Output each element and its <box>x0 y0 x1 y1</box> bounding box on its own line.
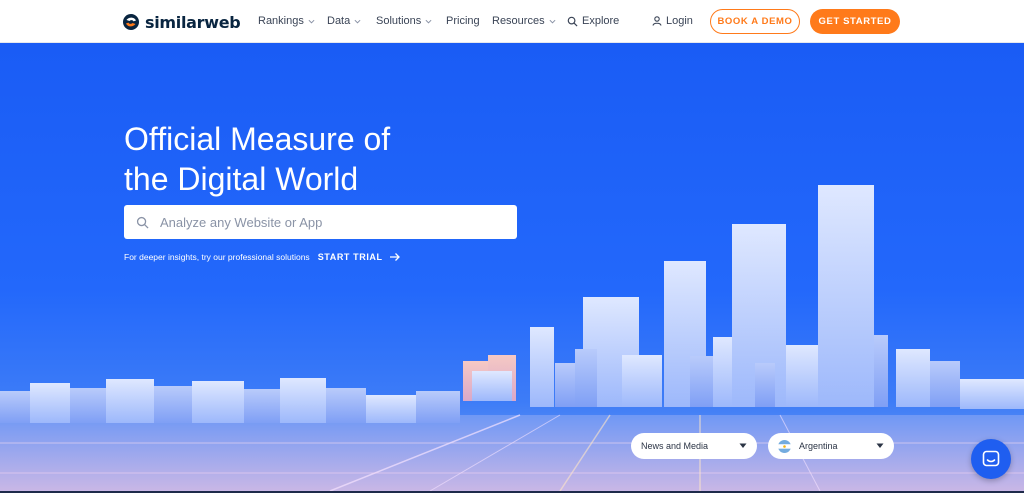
top-header: similarweb Rankings Data Solutions Prici… <box>0 0 1024 43</box>
category-select-value: News and Media <box>641 441 709 451</box>
search-icon <box>136 216 149 229</box>
chat-launcher-button[interactable] <box>971 439 1011 479</box>
hero-title-line2: the Digital World <box>124 161 359 197</box>
login-label: Login <box>666 15 693 27</box>
arrow-right-icon <box>389 253 400 261</box>
start-trial-label: START TRIAL <box>317 252 383 262</box>
hero-title: Official Measure of the Digital World <box>124 119 544 199</box>
search-icon <box>567 16 578 27</box>
nav-pricing-label: Pricing <box>446 15 480 27</box>
brand-name: similarweb <box>145 12 241 32</box>
nav-resources[interactable]: Resources <box>492 15 556 27</box>
get-started-button[interactable]: GET STARTED <box>810 9 900 34</box>
website-search-box[interactable] <box>124 205 517 239</box>
caret-down-icon <box>739 443 747 448</box>
chevron-down-icon <box>354 19 361 24</box>
country-select[interactable]: Argentina <box>768 433 894 459</box>
chevron-down-icon <box>549 19 556 24</box>
nav-resources-label: Resources <box>492 15 545 27</box>
country-select-value: Argentina <box>799 441 838 451</box>
hero-title-line1: Official Measure of <box>124 121 391 157</box>
similarweb-logo-icon <box>123 14 139 30</box>
hero-section: Official Measure of the Digital World Fo… <box>0 43 1024 491</box>
caret-down-icon <box>876 443 884 448</box>
insights-text: For deeper insights, try our professiona… <box>124 252 310 262</box>
nav-explore-label: Explore <box>582 15 620 27</box>
nav-pricing[interactable]: Pricing <box>446 15 480 27</box>
argentina-flag-icon <box>778 439 791 453</box>
brand-logo[interactable]: similarweb <box>123 11 241 33</box>
chevron-down-icon <box>425 19 432 24</box>
nav-data-label: Data <box>327 15 351 27</box>
start-trial-link[interactable]: START TRIAL <box>318 252 401 262</box>
insights-row: For deeper insights, try our professiona… <box>124 252 401 262</box>
login-link[interactable]: Login <box>652 15 693 27</box>
city-skyline-illustration <box>0 185 1024 491</box>
nav-solutions-label: Solutions <box>376 15 422 27</box>
chevron-down-icon <box>308 19 315 24</box>
category-select[interactable]: News and Media <box>631 433 757 459</box>
nav-rankings-label: Rankings <box>258 15 304 27</box>
nav-explore[interactable]: Explore <box>567 15 619 27</box>
nav-solutions[interactable]: Solutions <box>376 15 432 27</box>
nav-data[interactable]: Data <box>327 15 361 27</box>
website-search-input[interactable] <box>160 214 500 230</box>
chat-icon <box>982 450 1000 467</box>
user-icon <box>652 16 662 26</box>
nav-rankings[interactable]: Rankings <box>258 15 315 27</box>
book-demo-button[interactable]: BOOK A DEMO <box>710 9 800 34</box>
